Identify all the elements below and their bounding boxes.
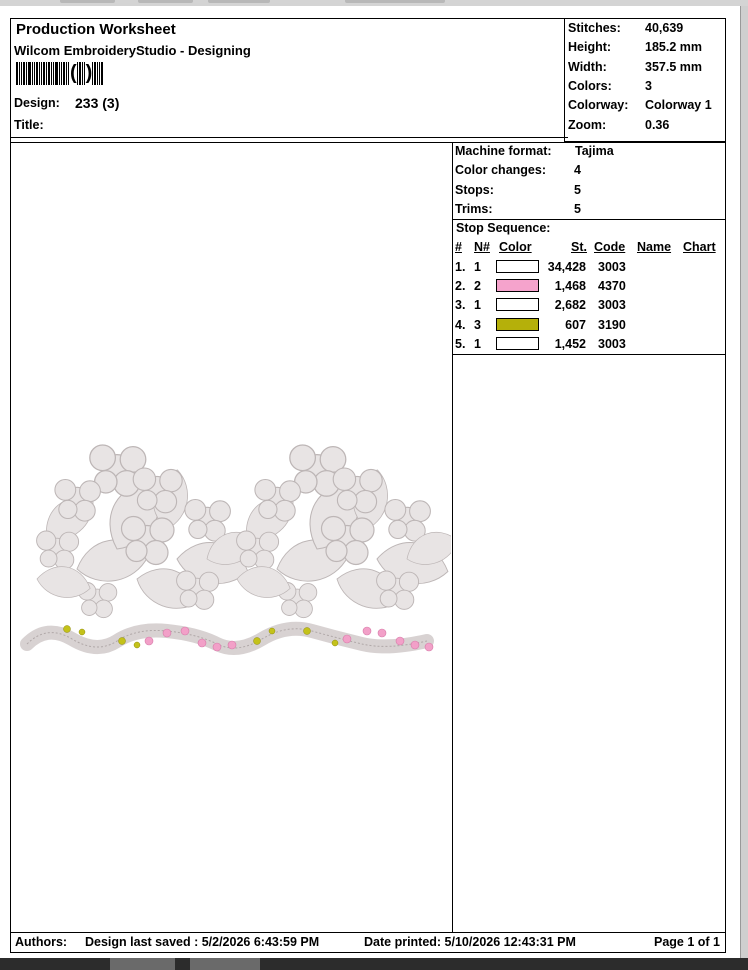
column-header-stitches: St. xyxy=(571,240,587,254)
color-swatch xyxy=(496,318,539,331)
row-needle: 3 xyxy=(474,318,481,332)
lace-motifs xyxy=(35,445,451,618)
stop-sequence-title: Stop Sequence: xyxy=(456,221,551,235)
row-needle: 1 xyxy=(474,260,481,274)
row-code: 3003 xyxy=(598,298,626,312)
row-needle: 1 xyxy=(474,337,481,351)
window-bottom-bar xyxy=(0,958,748,970)
stop-sequence-divider xyxy=(452,354,726,355)
header-box: Production Worksheet Wilcom EmbroiderySt… xyxy=(11,19,568,138)
column-header-color: Color xyxy=(499,240,532,254)
page-number: Page 1 of 1 xyxy=(654,935,720,949)
design-value: 233 (3) xyxy=(75,95,120,111)
machine-value: 5 xyxy=(574,183,581,197)
machine-label: Color changes: xyxy=(455,163,546,177)
stat-label: Zoom: xyxy=(568,118,607,132)
stat-label: Colors: xyxy=(568,79,612,93)
worksheet-title: Production Worksheet xyxy=(16,21,176,38)
row-code: 4370 xyxy=(598,279,626,293)
design-label: Design: xyxy=(14,96,60,110)
row-number: 2. xyxy=(455,279,466,293)
row-number: 1. xyxy=(455,260,466,274)
stat-label: Height: xyxy=(568,40,612,54)
row-code: 3190 xyxy=(598,318,626,332)
color-swatch xyxy=(496,298,539,311)
print-preview-page: Production Worksheet Wilcom EmbroiderySt… xyxy=(0,6,741,958)
machine-label: Machine format: xyxy=(455,144,552,158)
row-stitches: 1,468 xyxy=(554,279,586,293)
column-header-name: Name xyxy=(637,240,672,254)
barcode-image: () xyxy=(16,62,104,85)
column-header-chart: Chart xyxy=(683,240,716,254)
color-swatch xyxy=(496,279,539,292)
column-header-needle: N# xyxy=(474,240,490,254)
machine-value: 5 xyxy=(574,202,581,216)
design-last-saved: Design last saved : 5/2/2026 6:43:59 PM xyxy=(85,935,320,949)
machine-value: Tajima xyxy=(575,144,614,158)
color-swatch xyxy=(496,260,539,273)
stat-label: Stitches: xyxy=(568,21,621,35)
row-stitches: 607 xyxy=(565,318,586,332)
stat-value: 185.2 mm xyxy=(645,40,702,54)
machine-value: 4 xyxy=(574,163,581,177)
footer-divider xyxy=(11,932,726,933)
row-needle: 2 xyxy=(474,279,481,293)
stat-label: Colorway: xyxy=(568,98,629,112)
column-header-number: # xyxy=(455,240,462,254)
title-label: Title: xyxy=(14,118,44,132)
row-stitches: 34,428 xyxy=(547,260,586,274)
row-code: 3003 xyxy=(598,337,626,351)
row-number: 5. xyxy=(455,337,466,351)
machine-label: Trims: xyxy=(455,202,493,216)
window-right-edge xyxy=(740,6,748,958)
row-stitches: 1,452 xyxy=(554,337,586,351)
stat-value: Colorway 1 xyxy=(645,98,712,112)
stat-value: 3 xyxy=(645,79,652,93)
machine-label: Stops: xyxy=(455,183,494,197)
stat-value: 0.36 xyxy=(645,118,670,132)
software-name: Wilcom EmbroideryStudio - Designing xyxy=(14,43,251,58)
column-header-code: Code xyxy=(594,240,626,254)
row-code: 3003 xyxy=(598,260,626,274)
color-swatch xyxy=(496,337,539,350)
machine-divider xyxy=(452,219,726,220)
worksheet-frame: Production Worksheet Wilcom EmbroiderySt… xyxy=(10,18,726,953)
row-number: 3. xyxy=(455,298,466,312)
design-stats-box: Stitches: 40,639 Height: 185.2 mm Width:… xyxy=(564,19,726,142)
row-number: 4. xyxy=(455,318,466,332)
stat-value: 40,639 xyxy=(645,21,684,35)
header-divider xyxy=(11,142,726,143)
authors-label: Authors: xyxy=(15,935,68,949)
row-stitches: 2,682 xyxy=(554,298,586,312)
embroidery-design-preview xyxy=(20,419,451,655)
date-printed: Date printed: 5/10/2026 12:43:31 PM xyxy=(364,935,576,949)
column-divider xyxy=(452,142,453,932)
stat-label: Width: xyxy=(568,60,607,74)
stat-value: 357.5 mm xyxy=(645,60,702,74)
row-needle: 1 xyxy=(474,298,481,312)
